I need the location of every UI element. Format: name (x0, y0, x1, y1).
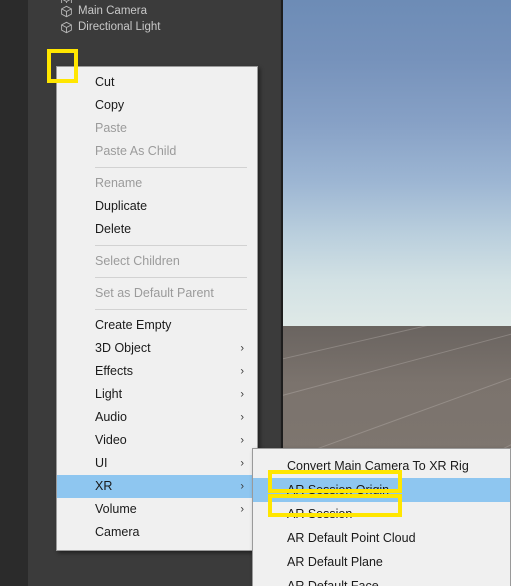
menu-item-label: UI (95, 456, 108, 470)
hierarchy-item-main-camera[interactable]: Main Camera (28, 3, 280, 19)
submenu-item-ar-default-plane[interactable]: AR Default Plane (253, 550, 510, 574)
menu-item-label: Video (95, 433, 127, 447)
menu-separator (95, 309, 247, 310)
menu-item-label: Effects (95, 364, 133, 378)
chevron-right-icon: › (240, 411, 244, 423)
menu-item-paste-as-child: Paste As Child (57, 140, 257, 163)
menu-item-set-as-default-parent: Set as Default Parent (57, 282, 257, 305)
submenu-item-ar-default-point-cloud[interactable]: AR Default Point Cloud (253, 526, 510, 550)
chevron-right-icon: › (240, 434, 244, 446)
menu-separator (95, 245, 247, 246)
ground-grid-line (281, 326, 511, 369)
menu-item-volume[interactable]: Volume › (57, 498, 257, 521)
menu-item-label: Duplicate (95, 199, 148, 213)
chevron-right-icon: › (240, 342, 244, 354)
ar-session-highlight (268, 494, 402, 517)
menu-item-label: Delete (95, 222, 132, 236)
menu-item-xr[interactable]: XR › (57, 475, 257, 498)
hierarchy-empty-selection-highlight (47, 49, 78, 83)
menu-item-cut[interactable]: Cut (57, 71, 257, 94)
chevron-right-icon: › (240, 480, 244, 492)
ar-session-origin-highlight (268, 470, 402, 493)
hierarchy-item-directional-light[interactable]: Directional Light (28, 19, 280, 35)
chevron-right-icon: › (240, 388, 244, 400)
menu-item-video[interactable]: Video › (57, 429, 257, 452)
chevron-right-icon: › (240, 457, 244, 469)
menu-item-audio[interactable]: Audio › (57, 406, 257, 429)
menu-item-copy[interactable]: Copy (57, 94, 257, 117)
menu-item-create-empty[interactable]: Create Empty (57, 314, 257, 337)
hierarchy-list[interactable]: Main Camera Directional Light (28, 0, 280, 35)
menu-item-label: Paste (95, 121, 127, 135)
chevron-right-icon: › (240, 365, 244, 377)
editor-left-edge (0, 0, 28, 586)
menu-item-label: Select Children (95, 254, 180, 268)
chevron-right-icon: › (240, 503, 244, 515)
menu-item-camera[interactable]: Camera (57, 521, 257, 544)
cube-icon (60, 5, 73, 18)
menu-item-label: Create Empty (95, 318, 172, 332)
menu-item-label: Volume (95, 502, 137, 516)
menu-item-label: Set as Default Parent (95, 286, 214, 300)
menu-item-label: Rename (95, 176, 143, 190)
hierarchy-item-label: Directional Light (78, 21, 161, 33)
ground-grid-line (281, 328, 511, 407)
menu-separator (95, 167, 247, 168)
submenu-item-ar-default-face[interactable]: AR Default Face (253, 574, 510, 586)
hierarchy-context-menu[interactable]: Cut Copy Paste Paste As Child Rename Duplicat… (56, 66, 258, 551)
submenu-item-label: AR Default Point Cloud (287, 531, 416, 545)
menu-item-label: Audio (95, 410, 127, 424)
xr-submenu[interactable]: Convert Main Camera To XR Rig AR Session … (252, 448, 511, 586)
submenu-item-label: AR Default Face (287, 579, 379, 586)
menu-item-delete[interactable]: Delete (57, 218, 257, 241)
menu-item-label: Camera (95, 525, 140, 539)
submenu-item-label: AR Default Plane (287, 555, 383, 569)
menu-item-label: Light (95, 387, 123, 401)
menu-item-paste: Paste (57, 117, 257, 140)
scene-sky (281, 0, 511, 326)
menu-item-label: Paste As Child (95, 144, 177, 158)
editor-window: Main Camera Directional Light Cut Copy Past… (0, 0, 511, 586)
hierarchy-item-label: Main Camera (78, 5, 148, 17)
cube-icon (60, 21, 73, 34)
menu-item-rename: Rename (57, 172, 257, 195)
menu-item-label: XR (95, 479, 113, 493)
menu-separator (95, 277, 247, 278)
menu-item-3d-object[interactable]: 3D Object › (57, 337, 257, 360)
menu-item-duplicate[interactable]: Duplicate (57, 195, 257, 218)
menu-item-ui[interactable]: UI › (57, 452, 257, 475)
menu-item-effects[interactable]: Effects › (57, 360, 257, 383)
menu-item-light[interactable]: Light › (57, 383, 257, 406)
menu-item-label: Cut (95, 75, 115, 89)
menu-item-select-children: Select Children (57, 250, 257, 273)
menu-item-label: 3D Object (95, 341, 151, 355)
menu-item-label: Copy (95, 98, 125, 112)
